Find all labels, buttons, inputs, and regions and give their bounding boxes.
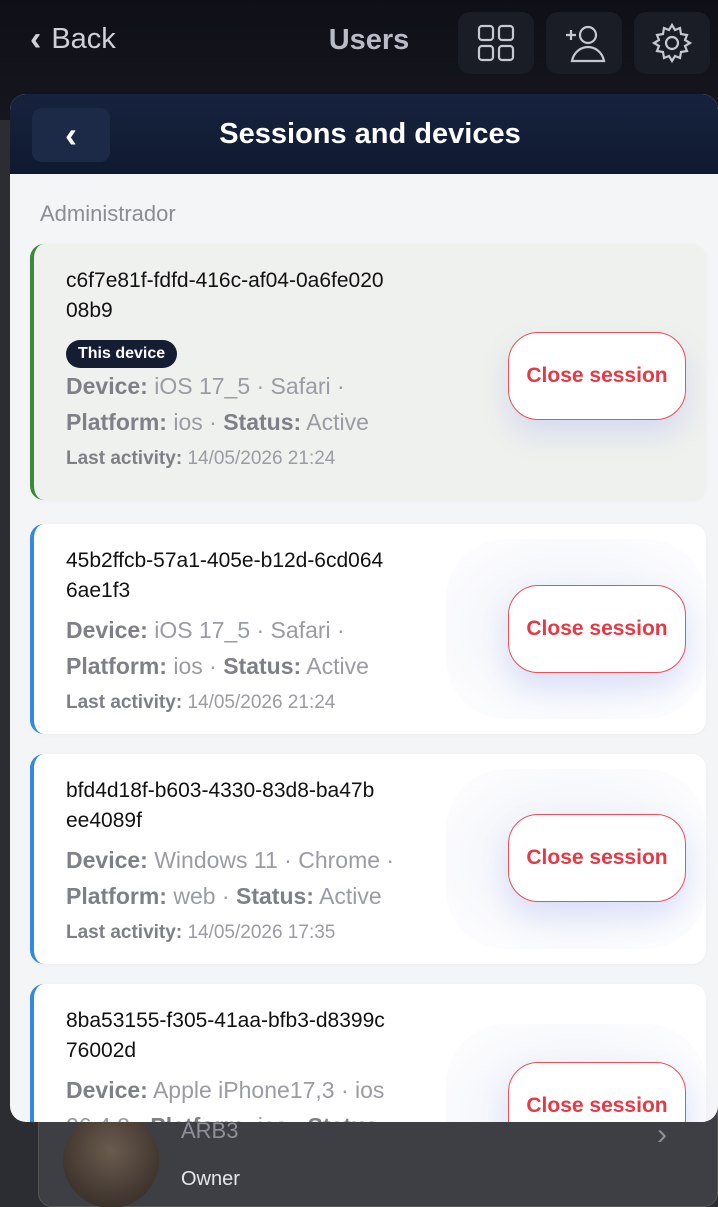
device-info: Device: iOS 17_5 · Safari · — [66, 373, 345, 399]
session-card: c6f7e81f-fdfd-416c-af04-0a6fe020 08b9 Th… — [30, 244, 706, 500]
close-session-button[interactable]: Close session — [508, 585, 686, 673]
sessions-sheet: ‹ Sessions and devices Administrador c6f… — [10, 94, 718, 1122]
platform-status-info: 26.4.2 · Platform: ios · Status: — [66, 1108, 486, 1122]
grid-view-button[interactable] — [458, 12, 534, 74]
close-session-button[interactable]: Close session — [508, 1062, 686, 1122]
gear-icon — [651, 22, 693, 64]
close-session-button[interactable]: Close session — [508, 814, 686, 902]
sheet-header: ‹ Sessions and devices — [10, 94, 718, 174]
last-activity: Last activity: 14/05/2026 21:24 — [66, 692, 336, 713]
session-card: 8ba53155-f305-41aa-bfb3-d8399c 76002d De… — [30, 984, 706, 1122]
device-info: Device: Windows 11 · Chrome · — [66, 847, 395, 873]
platform-status-info: Platform: web · Status: Active — [66, 883, 382, 909]
user-role: Owner — [181, 1168, 240, 1190]
section-label: Administrador — [40, 201, 176, 226]
session-card: 45b2ffcb-57a1-405e-b12d-6cd064 6ae1f3 De… — [30, 524, 706, 734]
session-id: 8ba53155-f305-41aa-bfb3-d8399c 76002d — [66, 1009, 385, 1062]
session-id: bfd4d18f-b603-4330-83d8-ba47b ee4089f — [66, 779, 375, 832]
sheet-title: Sessions and devices — [219, 118, 521, 150]
close-session-button[interactable]: Close session — [508, 332, 686, 420]
session-id: c6f7e81f-fdfd-416c-af04-0a6fe020 08b9 — [66, 269, 384, 322]
session-card: bfd4d18f-b603-4330-83d8-ba47b ee4089f De… — [30, 754, 706, 964]
last-activity: Last activity: 14/05/2026 21:24 — [66, 448, 336, 469]
add-user-button[interactable] — [546, 12, 622, 74]
platform-status-info: Platform: ios · Status: Active — [66, 409, 369, 435]
chevron-right-icon: › — [657, 1118, 667, 1151]
device-info: Device: Apple iPhone17,3 · ios — [66, 1077, 385, 1103]
grid-icon — [477, 24, 515, 62]
avatar — [63, 1112, 159, 1207]
device-info: Device: iOS 17_5 · Safari · — [66, 617, 345, 643]
last-activity: Last activity: 14/05/2026 17:35 — [66, 922, 336, 943]
add-user-icon — [566, 25, 606, 63]
top-actions — [458, 12, 710, 74]
this-device-badge: This device — [66, 340, 178, 368]
settings-button[interactable] — [634, 12, 710, 74]
session-id: 45b2ffcb-57a1-405e-b12d-6cd064 6ae1f3 — [66, 549, 384, 602]
platform-status-info: Platform: ios · Status: Active — [66, 653, 369, 679]
